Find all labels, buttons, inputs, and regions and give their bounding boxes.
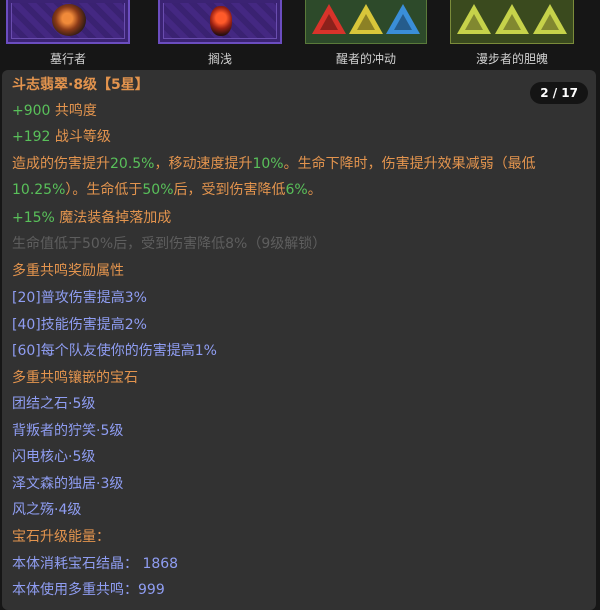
gem-thumbnail [6,0,130,44]
socket-gem: 泽文森的独居·3级 [12,476,124,492]
gem-tile-wanderer-courage[interactable]: 漫步者的胆魄 [442,0,582,66]
effect-text: ，移动速度提升 [154,156,253,172]
socket-gem: 团结之石·5级 [12,396,96,412]
gem-tile-gravewalker[interactable]: 墓行者 [0,0,138,66]
effect-value: 10.25% [12,182,66,198]
gem-label: 搁浅 [207,52,232,66]
bonus-item: [60]每个队友使你的伤害提高1% [12,343,217,359]
stat-magic-find: +15% 魔法装备掉落加成 [12,209,171,227]
flame-orb-icon [52,4,86,36]
gem-title: 斗志翡翠·8级【5星】 [12,77,149,93]
cost-crystal: 本体消耗宝石结晶： 1868 [12,555,178,573]
effect-value: 20.5% [110,156,155,172]
cost-label: 本体使用多重共鸣： [12,582,138,598]
cost-value: 1868 [142,556,179,572]
effect-value: 6% [285,182,308,198]
gem-tile-awakened-impulse[interactable]: 醒者的冲动 [296,0,436,66]
cost-label: 本体消耗宝石结晶： [12,556,138,572]
gem-label: 漫步者的胆魄 [475,52,548,66]
stat-label: 战斗等级 [50,129,111,145]
yellow-triangle-icon [457,4,491,34]
red-triangle-icon [312,4,346,34]
socket-gem: 背叛者的狞笑·5级 [12,423,124,439]
gem-tooltip-panel: 2 / 17 斗志翡翠·8级【5星】 +900 共鸣度 +192 战斗等级 造成… [2,70,596,610]
effect-text: 。 [307,182,322,198]
yellow-triangle-icon [349,4,383,34]
gem-thumbnail [450,0,574,44]
gem-thumbnail [305,0,427,44]
effect-text: 造成的伤害提升 [12,156,110,172]
blue-triangle-icon [386,4,420,34]
red-orb-icon [210,6,232,36]
cost-value: 999 [138,582,165,598]
cost-resonance: 本体使用多重共鸣：999 [12,581,165,599]
yellow-triangle-icon [495,4,529,34]
effect-description: 造成的伤害提升20.5%，移动速度提升10%。生命下降时，伤害提升效果减弱（最低… [12,151,582,203]
effect-value: 10% [252,156,284,172]
effect-text: ）。生命低于 [65,182,143,198]
page-counter-badge: 2 / 17 [530,82,588,104]
upgrade-header: 宝石升级能量： [12,529,110,545]
gem-label: 醒者的冲动 [335,52,396,66]
bonus-header: 多重共鸣奖励属性 [12,263,124,279]
stat-label: 魔法装备掉落加成 [54,210,172,226]
stat-value: +15% [12,210,55,226]
bonus-item: [40]技能伤害提高2% [12,317,147,333]
socket-gem: 风之殇·4级 [12,502,82,518]
socket-gem: 闪电核心·5级 [12,449,96,465]
gem-thumbnail [158,0,282,44]
stat-value: +900 [12,103,51,119]
gem-tile-stranded[interactable]: 搁浅 [150,0,290,66]
bonus-item: [20]普攻伤害提高3% [12,290,147,306]
socket-header: 多重共鸣镶嵌的宝石 [12,370,138,386]
stat-label: 共鸣度 [50,103,97,119]
effect-text: 。生命下降时，伤害提升效果减弱（最低 [283,156,536,172]
stat-combat-level: +192 战斗等级 [12,128,111,146]
stat-value: +192 [12,129,51,145]
effect-text: 后，受到伤害降低 [173,182,286,198]
stat-resonance: +900 共鸣度 [12,102,97,120]
yellow-triangle-icon [533,4,567,34]
locked-effect: 生命值低于50%后，受到伤害降低8%（9级解锁） [12,236,327,252]
gem-strip: 墓行者 搁浅 醒者的冲动 漫步者的胆魄 [0,0,600,70]
gem-label: 墓行者 [49,52,86,66]
effect-value: 50% [142,182,174,198]
